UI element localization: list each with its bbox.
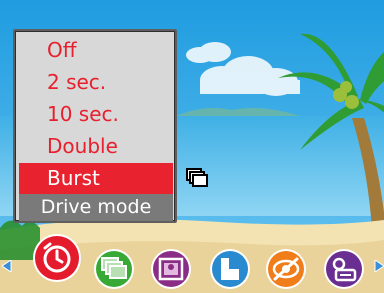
camera-lcd-screen: Off 2 sec. 10 sec. Double Burst Drive mo… [0,0,384,293]
flash-off-icon[interactable] [264,247,308,291]
menu-item-off[interactable]: Off [19,35,173,66]
scroll-right-arrow-icon[interactable] [374,260,384,272]
menu-item-burst[interactable]: Burst [19,163,173,194]
drive-mode-icon[interactable] [92,247,136,291]
image-quality-icon[interactable] [208,247,252,291]
menu-title: Drive mode [19,194,173,221]
drive-mode-menu: Off 2 sec. 10 sec. Double Burst Drive mo… [13,29,177,223]
self-timer-icon[interactable] [31,232,83,284]
scroll-left-arrow-icon[interactable] [2,260,12,272]
menu-item-2-sec[interactable]: 2 sec. [19,67,173,98]
burst-drive-icon [186,168,208,187]
menu-item-double[interactable]: Double [19,131,173,162]
date-stamp-icon[interactable] [322,247,366,291]
menu-item-10-sec[interactable]: 10 sec. [19,99,173,130]
image-size-icon[interactable] [149,247,193,291]
